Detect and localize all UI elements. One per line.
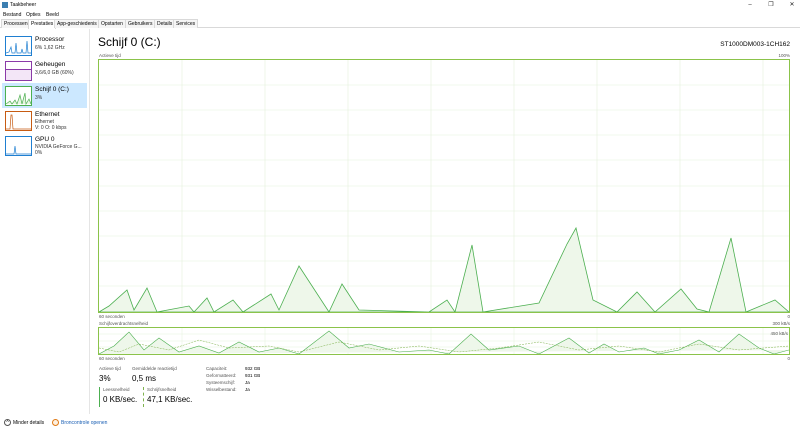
window-title: Taakbeheer: [10, 2, 37, 8]
sidebar-item-ethernet[interactable]: Ethernet Ethernet V: 0 O: 0 kbps: [2, 108, 87, 133]
write-speed-indicator: [143, 387, 144, 407]
tab-prestaties[interactable]: Prestaties: [28, 19, 57, 29]
title-bar: Taakbeheer – ❐ ✕: [0, 0, 800, 11]
menu-bestand[interactable]: Bestand: [3, 11, 21, 19]
disk-model: ST1000DM003-1CH162: [720, 41, 790, 48]
sidebar-item-label: Schijf 0 (C:): [35, 86, 69, 93]
active-time-graph: [97, 59, 791, 313]
active-time-label: Actieve tijd: [99, 366, 121, 371]
sidebar-item-label: Processor: [35, 36, 65, 43]
graph-min-label: 0: [787, 314, 790, 319]
transfer-rate-chart: [98, 328, 790, 355]
sidebar-item-detail: 3,6/6,0 GB (60%): [35, 70, 74, 76]
menu-opties[interactable]: Opties: [26, 11, 40, 19]
tab-app-geschiedenis[interactable]: App-geschiedenis: [54, 19, 100, 28]
task-manager-icon: [2, 2, 8, 8]
tab-gebruikers[interactable]: Gebruikers: [125, 19, 156, 28]
sidebar-item-label: Geheugen: [35, 61, 66, 68]
property-value: 931 GB: [245, 373, 261, 378]
property-value: Ja: [245, 380, 250, 385]
memory-thumbnail: [5, 61, 32, 81]
sidebar-item-processor[interactable]: Processor 6% 1,62 GHz: [2, 33, 87, 58]
sidebar-item-detail: 6% 1,62 GHz: [35, 45, 65, 51]
less-details-link[interactable]: Minder details: [13, 420, 44, 426]
minimize-icon[interactable]: –: [744, 1, 756, 9]
close-icon[interactable]: ✕: [786, 1, 798, 9]
active-time-chart: [97, 60, 791, 313]
active-time-value: 3%: [99, 374, 111, 383]
read-speed-label: Leessnelheid: [103, 387, 130, 392]
sidebar-item-gpu[interactable]: GPU 0 NVIDIA GeForce G... 0%: [2, 133, 87, 158]
sidebar-item-detail: 0%: [35, 150, 43, 156]
processor-thumbnail: [5, 36, 32, 56]
sidebar-item-detail: V: 0 O: 0 kbps: [35, 125, 67, 131]
resource-monitor-icon[interactable]: [52, 419, 59, 426]
menu-bar: Bestand Opties Beeld: [0, 11, 800, 19]
footer: ^ Minder details Broncontrole openen: [0, 417, 800, 432]
property-key: Geformatteerd:: [206, 373, 237, 378]
sidebar-item-label: Ethernet: [35, 111, 60, 118]
menu-beeld[interactable]: Beeld: [46, 11, 59, 19]
tab-opstarten[interactable]: Opstarten: [98, 19, 126, 28]
resource-monitor-link[interactable]: Broncontrole openen: [61, 420, 107, 426]
property-value: Ja: [245, 387, 250, 392]
read-speed-value: 0 KB/sec.: [103, 395, 138, 404]
graph-time-label: 60 seconden: [99, 356, 125, 361]
write-speed-value: 47,1 KB/sec.: [147, 395, 193, 404]
graph-mid-label: 450 kB/s: [770, 331, 788, 336]
read-speed-indicator: [99, 387, 100, 407]
tab-processen[interactable]: Processen: [1, 19, 31, 28]
tab-services[interactable]: Services: [173, 19, 199, 28]
graph-label-active-time: Actieve tijd: [99, 53, 121, 58]
graph-max-label: 100%: [778, 53, 790, 58]
disk-thumbnail: [5, 86, 32, 106]
graph-label-transfer-rate: Schijfoverdrachtsnelheid: [99, 321, 149, 326]
maximize-icon[interactable]: ❐: [765, 1, 777, 9]
tab-bar: Processen Prestaties App-geschiedenis Op…: [0, 19, 800, 29]
transfer-rate-graph: [98, 327, 790, 355]
response-time-label: Gemiddelde reactietijd: [132, 366, 177, 371]
response-time-value: 0,5 ms: [132, 374, 157, 383]
sidebar-item-memory[interactable]: Geheugen 3,6/6,0 GB (60%): [2, 58, 87, 83]
graph-time-label: 60 seconden: [99, 314, 125, 319]
sidebar-item-label: GPU 0: [35, 136, 55, 143]
sidebar-item-detail: 3%: [35, 95, 43, 101]
write-speed-label: Schrijfsnelheid: [147, 387, 177, 392]
chevron-up-icon[interactable]: ^: [4, 419, 11, 426]
property-value: 932 GB: [245, 366, 261, 371]
ethernet-thumbnail: [5, 111, 32, 131]
property-key: Systeemschijf:: [206, 380, 236, 385]
page-title: Schijf 0 (C:): [98, 35, 161, 49]
resource-sidebar: Processor 6% 1,62 GHz Geheugen 3,6/6,0 G…: [0, 29, 90, 414]
property-key: Capaciteit:: [206, 366, 228, 371]
gpu-thumbnail: [5, 136, 32, 156]
graph-min-label: 0: [787, 356, 790, 361]
sidebar-item-disk[interactable]: Schijf 0 (C:) 3%: [2, 83, 87, 108]
property-key: Wisselbestand:: [206, 387, 237, 392]
graph-max-label: 300 kB/s: [772, 321, 790, 326]
